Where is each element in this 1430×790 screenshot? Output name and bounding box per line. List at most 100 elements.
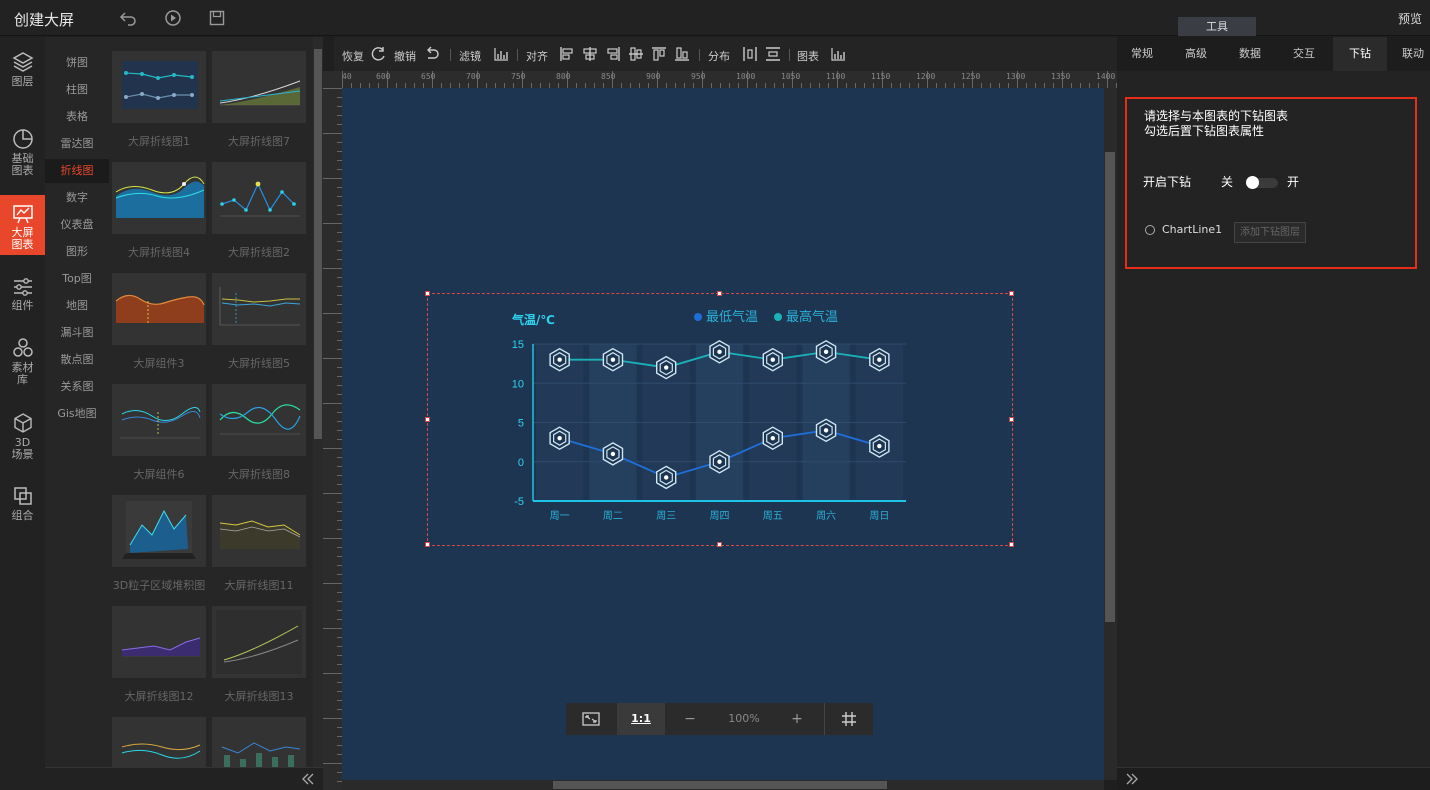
template-thumbnail[interactable] <box>212 717 306 767</box>
template-thumbnail[interactable] <box>212 162 306 234</box>
preview-button[interactable]: 预览 <box>1398 10 1422 27</box>
canvas-vertical-scrollbar[interactable] <box>1104 88 1117 780</box>
align-top-icon[interactable] <box>651 46 667 62</box>
drilldown-toggle[interactable] <box>1246 176 1278 189</box>
redo-icon[interactable] <box>370 46 386 62</box>
data-point <box>815 339 837 364</box>
tab-linkage[interactable]: 联动 <box>1387 37 1430 71</box>
restore-button[interactable]: 恢复 <box>342 48 364 64</box>
template-scrollbar[interactable] <box>313 37 323 767</box>
selected-chart-widget[interactable]: 15 10 5 0 -5 周一 周二 周三 周四 周五 周六 周日 气温/℃ 最低气温 最高气温 <box>425 291 1014 547</box>
template-thumbnail[interactable] <box>112 273 206 345</box>
tool-tab[interactable]: 工具 <box>1178 17 1256 36</box>
group-icon <box>13 487 32 505</box>
fit-screen-icon <box>582 712 600 726</box>
undo-icon[interactable] <box>424 46 440 62</box>
align-bottom-icon[interactable] <box>674 46 690 62</box>
zoom-out-button[interactable]: − <box>676 703 704 735</box>
drilldown-hint-line: 请选择与本图表的下钻图表 <box>1144 109 1289 123</box>
align-center-h-icon[interactable] <box>582 46 598 62</box>
category-top[interactable]: Top图 <box>45 267 109 291</box>
canvas-horizontal-scrollbar[interactable] <box>342 780 1104 790</box>
ruler-label: 1150 <box>871 72 891 81</box>
legend-marker <box>694 313 702 321</box>
nav-item-3d-scene[interactable]: 3D场景 <box>0 412 45 468</box>
nav-item-screen-charts[interactable]: 大屏图表 <box>0 195 45 255</box>
actual-size-button[interactable]: 1:1 <box>617 703 665 735</box>
tab-data[interactable]: 数据 <box>1225 37 1275 71</box>
align-center-v-icon[interactable] <box>628 46 644 62</box>
category-line[interactable]: 折线图 <box>45 159 109 183</box>
grid-toggle-button[interactable] <box>824 703 872 735</box>
tab-drilldown[interactable]: 下钻 <box>1333 37 1387 71</box>
align-left-icon[interactable] <box>559 46 575 62</box>
category-table[interactable]: 表格 <box>45 105 109 129</box>
tab-advanced[interactable]: 高级 <box>1171 37 1221 71</box>
tab-interaction[interactable]: 交互 <box>1279 37 1329 71</box>
zoom-level: 100% <box>728 712 760 725</box>
template-thumbnail[interactable] <box>212 606 306 678</box>
template-thumbnail[interactable] <box>212 51 306 123</box>
collapse-right-icon[interactable] <box>1125 773 1139 785</box>
category-radar[interactable]: 雷达图 <box>45 132 109 156</box>
category-relation[interactable]: 关系图 <box>45 375 109 399</box>
template-thumbnail[interactable] <box>212 273 306 345</box>
distribute-h-icon[interactable] <box>742 46 758 62</box>
data-point <box>655 355 677 380</box>
collapse-left-icon[interactable] <box>301 773 315 785</box>
zoom-in-button[interactable]: + <box>784 703 810 735</box>
fit-screen-button[interactable] <box>566 703 616 735</box>
ruler-label: 600 <box>376 72 391 81</box>
category-funnel[interactable]: 漏斗图 <box>45 321 109 345</box>
nav-item-assets[interactable]: 素材库 <box>0 337 45 393</box>
property-tabs: 常规 高级 数据 交互 下钻 联动 <box>1117 37 1430 71</box>
back-icon[interactable] <box>119 9 137 27</box>
nav-label: 大屏图表 <box>11 226 34 251</box>
template-thumbnail[interactable] <box>212 384 306 456</box>
template-thumbnail[interactable] <box>112 717 206 767</box>
template-thumbnail[interactable] <box>112 384 206 456</box>
template-thumbnail[interactable] <box>112 51 206 123</box>
category-pie[interactable]: 饼图 <box>45 51 109 75</box>
chart-button[interactable]: 图表 <box>797 48 819 64</box>
category-bar[interactable]: 柱图 <box>45 78 109 102</box>
chart-icon[interactable] <box>830 46 846 62</box>
template-thumbnail[interactable] <box>212 495 306 567</box>
template-thumbnail[interactable] <box>112 606 206 678</box>
align-button[interactable]: 对齐 <box>526 48 548 64</box>
chart-select-radio[interactable] <box>1145 225 1155 235</box>
nav-item-basic-charts[interactable]: 基础图表 <box>0 128 45 180</box>
template-label: 大屏折线图4 <box>128 246 190 259</box>
x-tick-label: 周日 <box>869 510 889 522</box>
play-icon[interactable] <box>164 9 182 27</box>
data-point <box>815 418 837 443</box>
category-map[interactable]: 地图 <box>45 294 109 318</box>
save-icon[interactable] <box>208 9 226 27</box>
data-point <box>762 347 783 372</box>
distribute-button[interactable]: 分布 <box>708 48 730 64</box>
data-point <box>549 347 570 372</box>
nav-item-group[interactable]: 组合 <box>0 485 45 529</box>
category-gis[interactable]: Gis地图 <box>45 402 109 426</box>
distribute-v-icon[interactable] <box>765 46 781 62</box>
align-right-icon[interactable] <box>605 46 621 62</box>
editor-toolbar: 恢复 撤销 滤镜 对齐 分布 图表 <box>334 37 1117 71</box>
add-drilldown-layer-input[interactable]: 添加下钻图层 <box>1234 222 1306 243</box>
category-scatter[interactable]: 散点图 <box>45 348 109 372</box>
template-thumbnail[interactable] <box>112 162 206 234</box>
drilldown-hint: 请选择与本图表的下钻图表 勾选后置下钻图表属性 <box>1144 109 1288 139</box>
filter-chart-icon[interactable] <box>493 46 509 62</box>
tab-general[interactable]: 常规 <box>1117 37 1167 71</box>
y-tick-label: 0 <box>518 457 524 469</box>
category-gauge[interactable]: 仪表盘 <box>45 213 109 237</box>
nav-item-layers[interactable]: 图层 <box>0 51 45 99</box>
ruler-label: 650 <box>421 72 436 81</box>
undo-button[interactable]: 撤销 <box>394 48 416 64</box>
template-label: 大屏组件6 <box>133 468 185 481</box>
category-shape[interactable]: 图形 <box>45 240 109 264</box>
filter-button[interactable]: 滤镜 <box>459 48 481 64</box>
nav-item-components[interactable]: 组件 <box>0 277 45 321</box>
category-number[interactable]: 数字 <box>45 186 109 210</box>
template-thumbnail[interactable] <box>112 495 206 567</box>
data-point <box>709 339 730 364</box>
